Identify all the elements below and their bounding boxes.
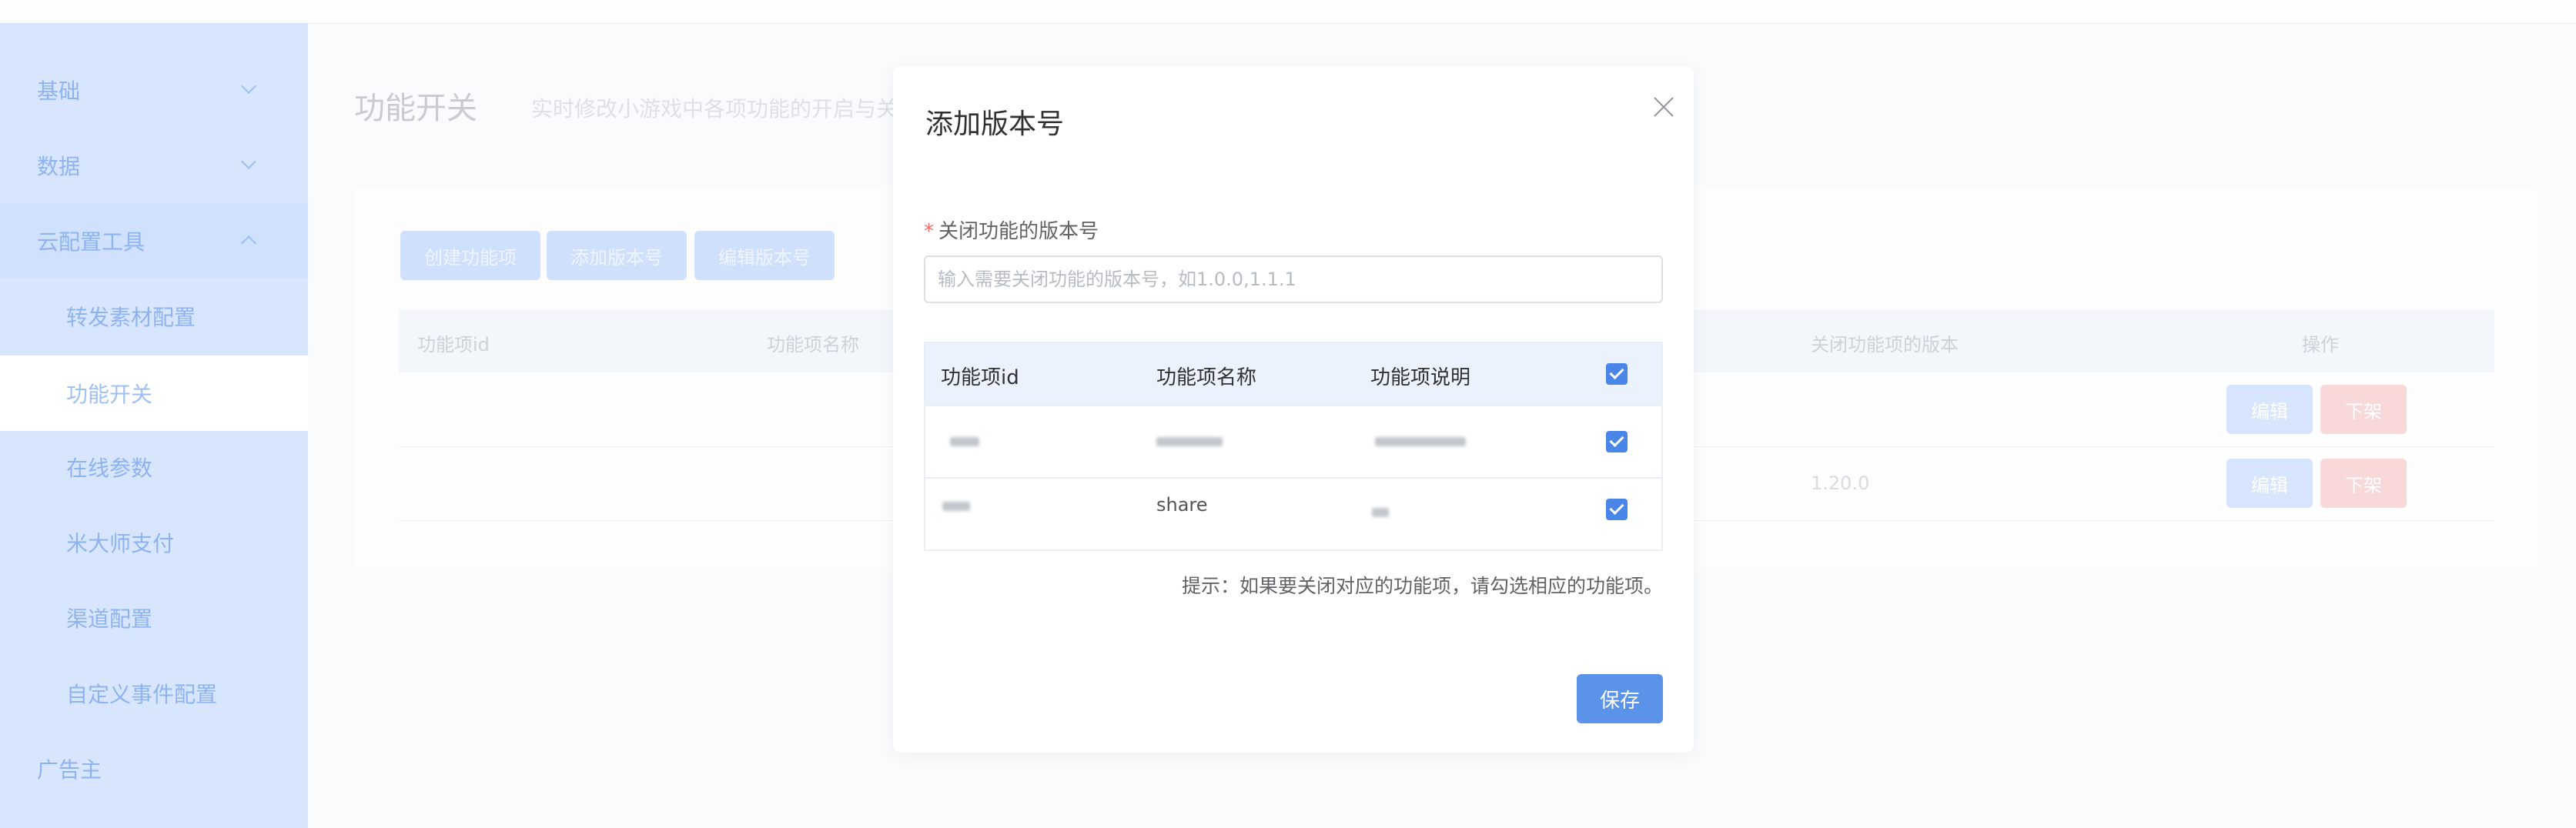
sidebar-item-share-material[interactable]: 转发素材配置 [0, 279, 308, 354]
row-checkbox[interactable] [1606, 499, 1628, 520]
redacted-id [942, 502, 970, 511]
hint-text: 提示：如果要关闭对应的功能项，请勾选相应的功能项。 [1181, 575, 1663, 597]
sidebar-item-label: 云配置工具 [37, 229, 146, 255]
close-icon[interactable] [1646, 89, 1683, 126]
select-all-checkbox[interactable] [1606, 363, 1628, 385]
take-down-button[interactable]: 下架 [2320, 385, 2407, 434]
version-field-label-text: 关闭功能的版本号 [938, 220, 1099, 243]
column-header-name: 功能项名称 [1156, 366, 1257, 389]
save-button[interactable]: 保存 [1577, 674, 1663, 723]
table-row: share [925, 477, 1661, 549]
close-version-cell: 1.20.0 [1811, 472, 1870, 494]
sidebar-item-feature-switch[interactable]: 功能开关 [0, 356, 308, 431]
required-mark: * [924, 220, 934, 243]
sidebar: 基础 数据 云配置工具 转发素材配置 功能开关 在线参数 米大师支付 渠道配置 … [0, 23, 308, 828]
top-bar [0, 0, 2576, 24]
redacted-id [950, 437, 979, 446]
sidebar-item-custom-events[interactable]: 自定义事件配置 [0, 656, 308, 731]
column-header-close-version: 关闭功能项的版本 [1811, 334, 1959, 356]
take-down-button[interactable]: 下架 [2320, 459, 2407, 508]
sidebar-item-label: 广告主 [37, 757, 102, 783]
sidebar-item-label: 渠道配置 [66, 606, 153, 632]
column-header-id: 功能项id [417, 334, 490, 356]
version-field-label: * 关闭功能的版本号 [924, 215, 1099, 244]
sidebar-item-basic[interactable]: 基础 [0, 52, 308, 128]
feature-name-cell: share [1156, 494, 1208, 516]
column-header-actions: 操作 [2302, 334, 2339, 356]
table-row [925, 405, 1661, 477]
chevron-down-icon [241, 78, 256, 94]
sidebar-item-label: 在线参数 [66, 456, 153, 481]
sidebar-item-label: 转发素材配置 [66, 305, 196, 330]
sidebar-item-midas-pay[interactable]: 米大师支付 [0, 505, 308, 580]
edit-button[interactable]: 编辑 [2226, 385, 2313, 434]
page-subtitle: 实时修改小游戏中各项功能的开启与关 [531, 96, 898, 122]
redacted-name [1156, 437, 1223, 446]
edit-version-button[interactable]: 编辑版本号 [694, 231, 835, 280]
sidebar-item-cloud-config[interactable]: 云配置工具 [0, 203, 308, 279]
column-header-name: 功能项名称 [767, 334, 859, 356]
chevron-up-icon [241, 235, 256, 251]
sidebar-item-online-params[interactable]: 在线参数 [0, 429, 308, 505]
dialog-title: 添加版本号 [925, 109, 1065, 140]
sidebar-item-channel-config[interactable]: 渠道配置 [0, 580, 308, 656]
version-input[interactable] [924, 255, 1663, 303]
sidebar-item-data[interactable]: 数据 [0, 128, 308, 203]
sidebar-item-label: 自定义事件配置 [66, 682, 218, 707]
add-version-button[interactable]: 添加版本号 [547, 231, 687, 280]
sidebar-item-label: 功能开关 [66, 382, 153, 407]
sidebar-item-label: 基础 [37, 78, 81, 104]
page-title: 功能开关 [354, 91, 477, 126]
sidebar-item-label: 数据 [37, 154, 81, 179]
sidebar-item-advertiser[interactable]: 广告主 [0, 731, 308, 806]
chevron-down-icon [241, 154, 256, 169]
dialog-feature-table: 功能项id 功能项名称 功能项说明 share [924, 342, 1663, 551]
edit-button[interactable]: 编辑 [2226, 459, 2313, 508]
create-feature-button[interactable]: 创建功能项 [400, 231, 540, 280]
column-header-id: 功能项id [941, 366, 1019, 389]
row-checkbox[interactable] [1606, 431, 1628, 452]
add-version-dialog: 添加版本号 *关闭功能的版本号 功能项id 功能项名称 功能项说明 share … [893, 66, 1694, 753]
redacted-desc [1372, 508, 1389, 517]
dialog-table-header: 功能项id 功能项名称 功能项说明 [925, 343, 1661, 405]
redacted-desc [1375, 437, 1466, 446]
sidebar-item-label: 米大师支付 [66, 531, 175, 556]
column-header-desc: 功能项说明 [1370, 366, 1471, 389]
